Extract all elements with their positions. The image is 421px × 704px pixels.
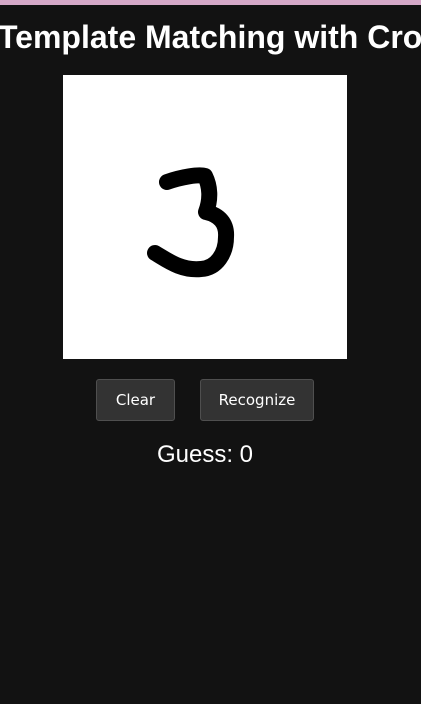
page-title: Template Matching with Cro: [0, 19, 421, 55]
top-accent-strip: [0, 0, 421, 5]
clear-button[interactable]: Clear: [96, 379, 175, 421]
handwritten-digit-icon: [147, 167, 235, 278]
recognize-button[interactable]: Recognize: [200, 379, 314, 421]
drawing-canvas[interactable]: [63, 75, 347, 359]
guess-result: Guess: 0: [156, 441, 254, 468]
